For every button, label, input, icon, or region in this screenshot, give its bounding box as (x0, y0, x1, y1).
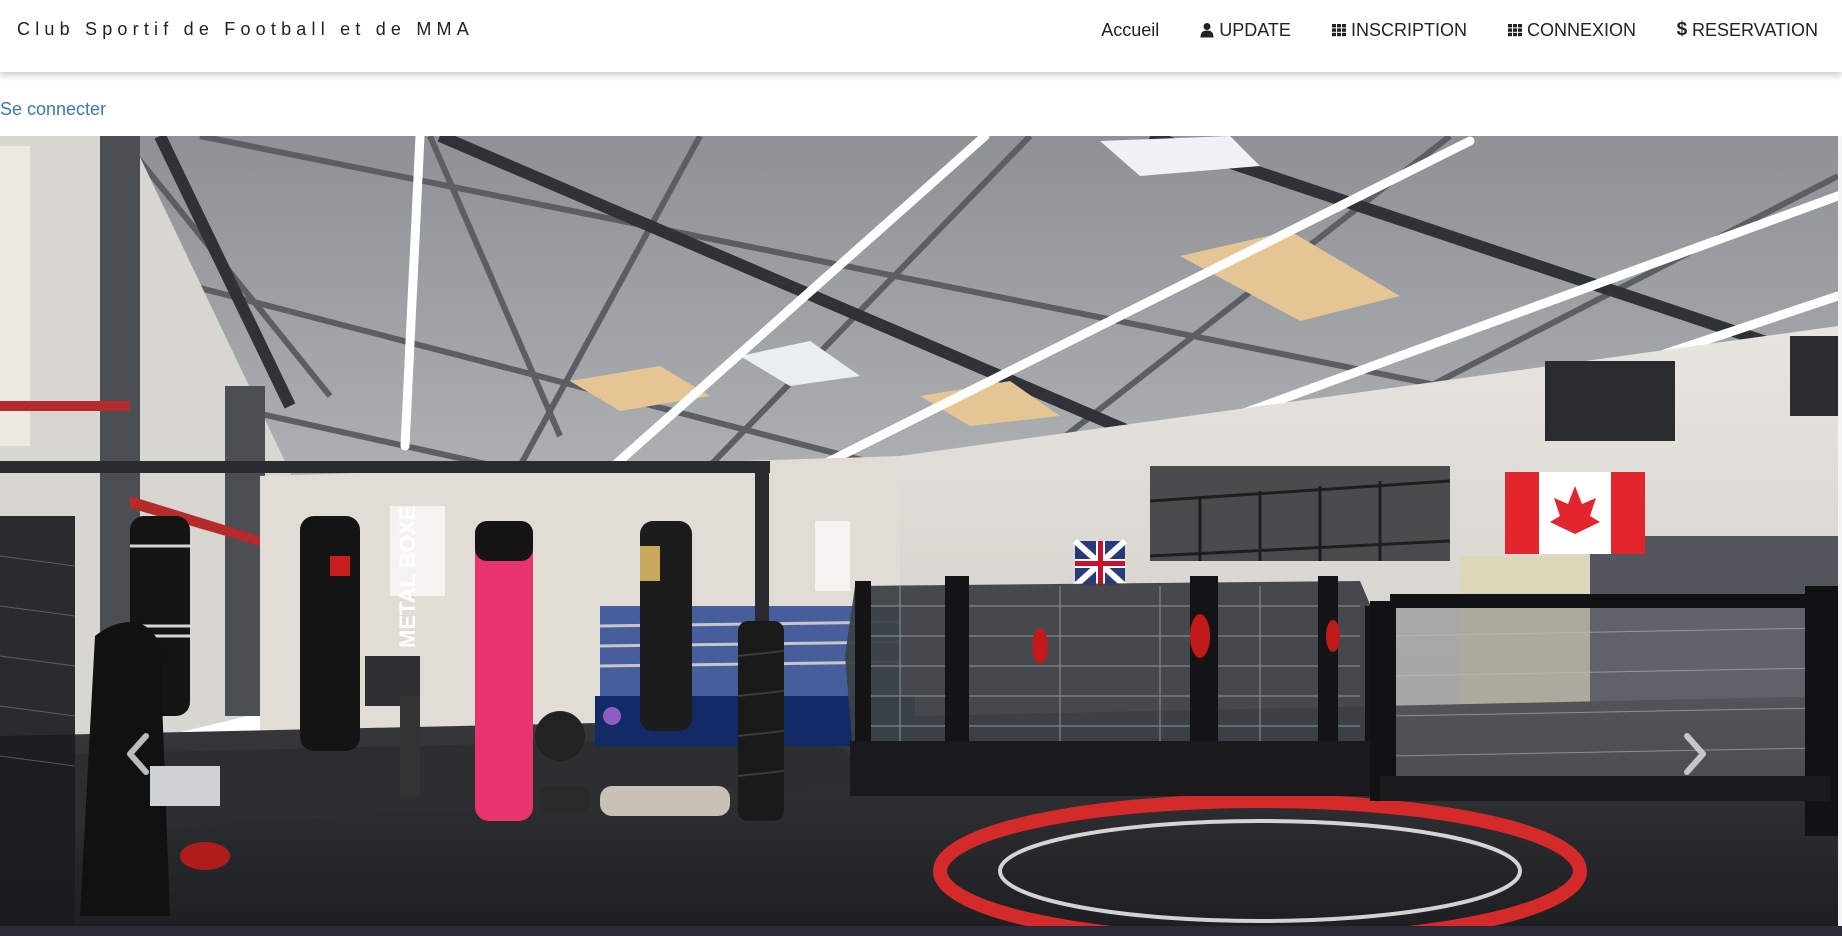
grid-icon (1507, 24, 1522, 37)
canada-flag (1505, 472, 1645, 554)
nav-item-update[interactable]: UPDATE (1199, 20, 1291, 41)
user-icon (1200, 23, 1214, 38)
footer-strip (0, 926, 1842, 936)
uk-flag (1072, 538, 1128, 589)
grid-icon (1331, 24, 1346, 37)
top-navbar: Club Sportif de Football et de MMA Accue… (0, 0, 1842, 72)
nav-item-reservation[interactable]: $ RESERVATION (1676, 20, 1818, 41)
nav-item-label: CONNEXION (1526, 19, 1636, 40)
gym-photo: METAL BOXE (0, 136, 1838, 926)
nav-item-accueil[interactable]: Accueil (1101, 20, 1159, 41)
page-gutter (1838, 136, 1842, 926)
nav-menu: Accueil UPDATE INSCRIPTION CONNEXION $ R… (1101, 0, 1818, 60)
dollar-icon: $ (1676, 19, 1688, 40)
nav-item-connexion[interactable]: CONNEXION (1507, 20, 1636, 41)
login-link[interactable]: Se connecter (0, 99, 106, 120)
chevron-left-icon[interactable] (118, 724, 158, 784)
chevron-right-icon[interactable] (1675, 724, 1715, 784)
site-brand[interactable]: Club Sportif de Football et de MMA (17, 19, 474, 40)
nav-item-inscription[interactable]: INSCRIPTION (1331, 20, 1467, 41)
nav-item-label: RESERVATION (1691, 19, 1818, 40)
nav-item-label: INSCRIPTION (1350, 19, 1467, 40)
nav-item-label: UPDATE (1219, 19, 1291, 40)
gym-carousel: METAL BOXE (0, 136, 1838, 926)
bag-logo-text: METAL BOXE (395, 506, 420, 648)
nav-item-label: Accueil (1101, 19, 1160, 40)
